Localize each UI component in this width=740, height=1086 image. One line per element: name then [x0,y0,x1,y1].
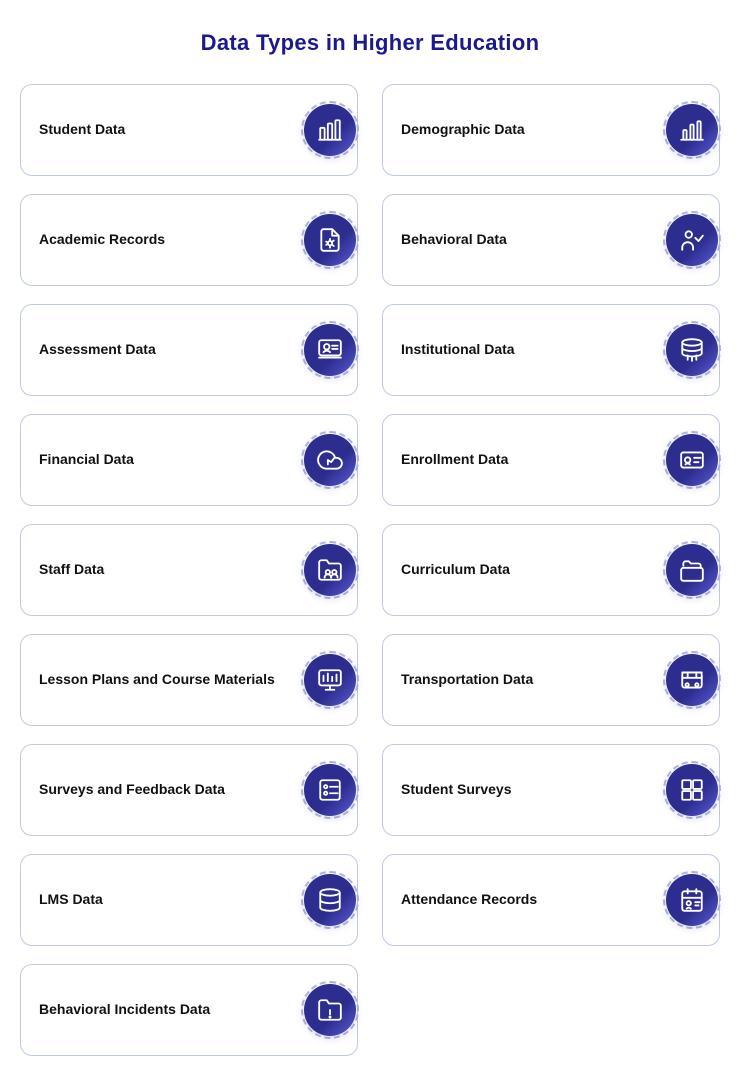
academic-records-label: Academic Records [39,230,301,250]
institutional-data-card: Institutional Data [382,304,720,396]
curriculum-data-icon-wrap [663,541,721,599]
student-surveys-icon-wrap [663,761,721,819]
financial-data-label: Financial Data [39,450,301,470]
student-surveys-label: Student Surveys [401,780,663,800]
lesson-plans-icon-wrap [301,651,359,709]
lms-data-label: LMS Data [39,890,301,910]
behavioral-data-label: Behavioral Data [401,230,663,250]
behavioral-incidents-icon-circle [304,984,356,1036]
assessment-data-icon-circle [304,324,356,376]
curriculum-data-card: Curriculum Data [382,524,720,616]
lms-data-icon-circle [304,874,356,926]
behavioral-incidents-label: Behavioral Incidents Data [39,1000,301,1020]
lesson-plans-icon-circle [304,654,356,706]
demographic-data-card: Demographic Data [382,84,720,176]
page-title: Data Types in Higher Education [201,30,540,56]
behavioral-incidents-icon-wrap [301,981,359,1039]
data-types-grid: Student Data Demographic Data Academic Rec… [20,84,720,1056]
attendance-records-card: Attendance Records [382,854,720,946]
assessment-data-icon-wrap [301,321,359,379]
surveys-feedback-icon-circle [304,764,356,816]
financial-data-card: Financial Data [20,414,358,506]
enrollment-data-label: Enrollment Data [401,450,663,470]
behavioral-data-card: Behavioral Data [382,194,720,286]
staff-data-icon-circle [304,544,356,596]
attendance-records-icon-circle [666,874,718,926]
surveys-feedback-label: Surveys and Feedback Data [39,780,301,800]
assessment-data-label: Assessment Data [39,340,301,360]
institutional-data-icon-wrap [663,321,721,379]
student-data-card: Student Data [20,84,358,176]
staff-data-icon-wrap [301,541,359,599]
enrollment-data-card: Enrollment Data [382,414,720,506]
financial-data-icon-wrap [301,431,359,489]
student-surveys-card: Student Surveys [382,744,720,836]
transportation-data-card: Transportation Data [382,634,720,726]
enrollment-data-icon-circle [666,434,718,486]
financial-data-icon-circle [304,434,356,486]
behavioral-data-icon-circle [666,214,718,266]
transportation-data-icon-wrap [663,651,721,709]
behavioral-data-icon-wrap [663,211,721,269]
surveys-feedback-card: Surveys and Feedback Data [20,744,358,836]
lesson-plans-label: Lesson Plans and Course Materials [39,670,301,690]
surveys-feedback-icon-wrap [301,761,359,819]
academic-records-card: Academic Records [20,194,358,286]
lms-data-icon-wrap [301,871,359,929]
academic-records-icon-circle [304,214,356,266]
assessment-data-card: Assessment Data [20,304,358,396]
academic-records-icon-wrap [301,211,359,269]
transportation-data-label: Transportation Data [401,670,663,690]
lms-data-card: LMS Data [20,854,358,946]
behavioral-incidents-card: Behavioral Incidents Data [20,964,358,1056]
transportation-data-icon-circle [666,654,718,706]
curriculum-data-icon-circle [666,544,718,596]
demographic-data-icon-circle [666,104,718,156]
demographic-data-icon-wrap [663,101,721,159]
attendance-records-icon-wrap [663,871,721,929]
demographic-data-label: Demographic Data [401,120,663,140]
staff-data-label: Staff Data [39,560,301,580]
student-data-icon-circle [304,104,356,156]
lesson-plans-card: Lesson Plans and Course Materials [20,634,358,726]
curriculum-data-label: Curriculum Data [401,560,663,580]
student-surveys-icon-circle [666,764,718,816]
institutional-data-label: Institutional Data [401,340,663,360]
institutional-data-icon-circle [666,324,718,376]
staff-data-card: Staff Data [20,524,358,616]
enrollment-data-icon-wrap [663,431,721,489]
student-data-label: Student Data [39,120,301,140]
attendance-records-label: Attendance Records [401,890,663,910]
student-data-icon-wrap [301,101,359,159]
